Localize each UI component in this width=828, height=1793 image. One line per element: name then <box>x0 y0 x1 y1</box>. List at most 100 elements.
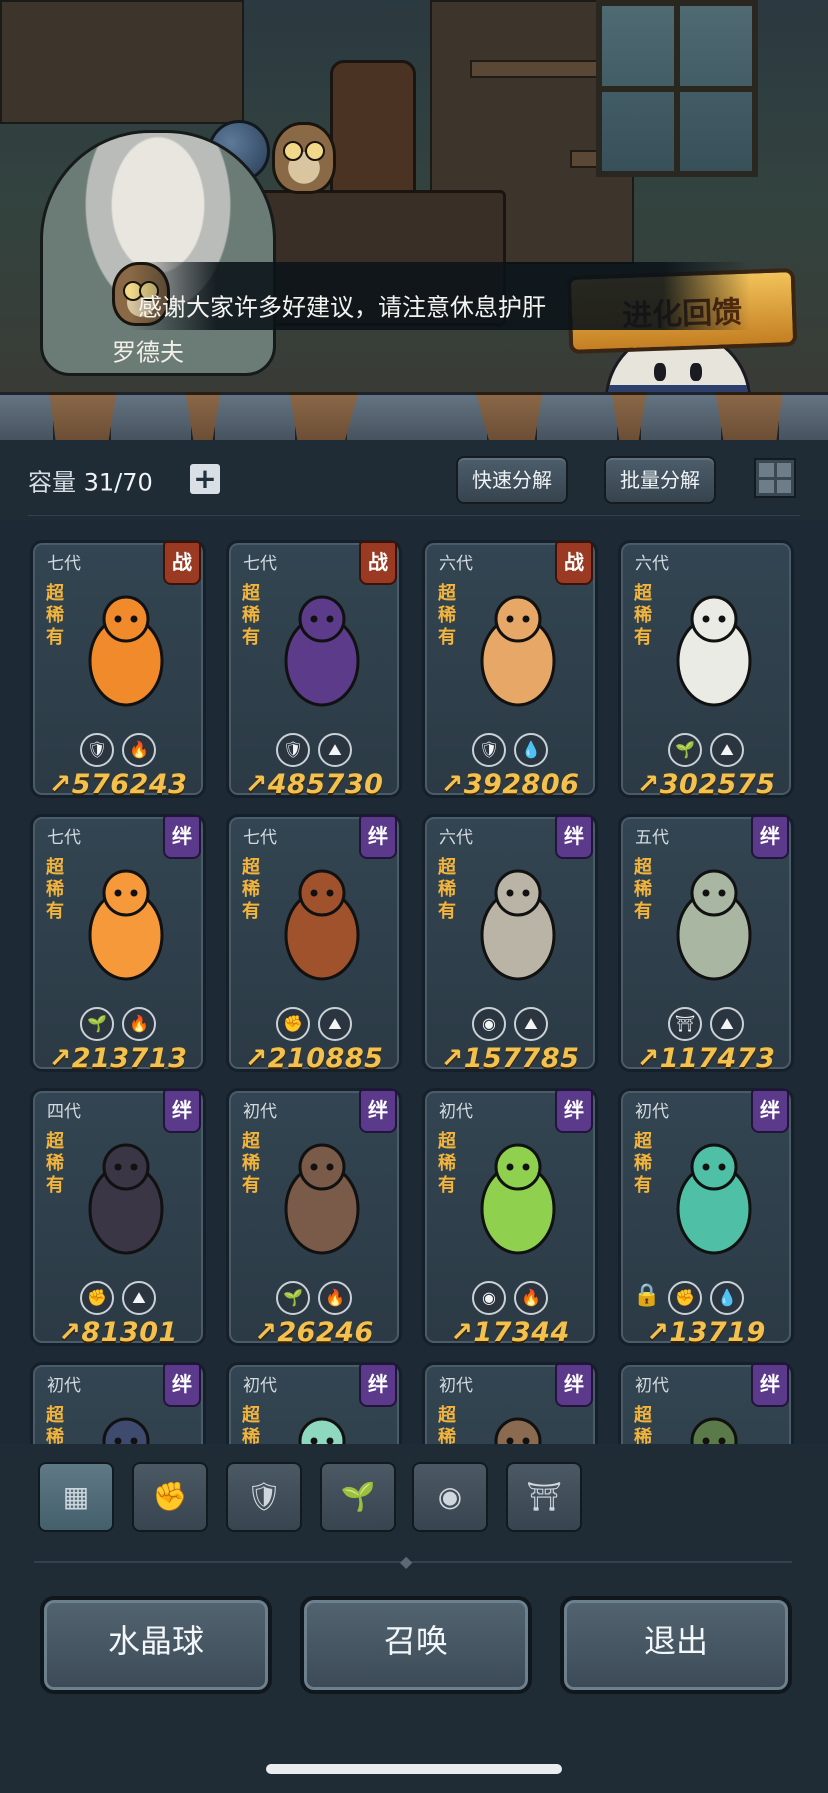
pet-card[interactable]: 初代超稀有绊 <box>422 1362 598 1444</box>
pet-card[interactable]: 六代 超稀有战 🛡 💧 ↗392806 <box>422 540 598 800</box>
filter-tab-shrine[interactable]: ⛩ <box>506 1462 582 1532</box>
exit-button[interactable]: 退出 <box>560 1596 792 1694</box>
pet-eye <box>130 889 138 897</box>
batch-decompose-button[interactable]: 批量分解 <box>604 456 716 504</box>
filter-tab-all[interactable]: ▦ <box>38 1462 114 1532</box>
pet-eye <box>310 889 318 897</box>
power-icon: ↗ <box>48 769 72 800</box>
element-badges: 🛡 💧 <box>425 733 595 767</box>
combat-power-value: 26246 <box>277 1317 374 1348</box>
pet-head <box>102 1417 150 1444</box>
filter-tab-eye[interactable]: ◉ <box>412 1462 488 1532</box>
pet-card[interactable]: 初代超稀有绊 <box>618 1362 794 1444</box>
pet-card[interactable]: 六代 超稀有绊 ◉ ⛰ ↗157785 <box>422 814 598 1074</box>
pet-eye <box>702 615 710 623</box>
capacity-readout: 容量 31/70 <box>28 463 153 498</box>
pet-card[interactable]: 七代 超稀有绊 ✊ ⛰ ↗210885 <box>226 814 402 1074</box>
quick-decompose-button[interactable]: 快速分解 <box>456 456 568 504</box>
add-capacity-button[interactable]: + <box>190 464 220 494</box>
generation-label: 七代 <box>47 554 81 574</box>
story-scene: 进化回馈 感谢大家许多好建议，请注意休息护肝 罗德夫 <box>0 0 828 440</box>
crystal-ball-button[interactable]: 水晶球 <box>40 1596 272 1694</box>
pet-eye <box>114 889 122 897</box>
combat-power-value: 17344 <box>473 1317 570 1348</box>
filter-tab-shield[interactable]: 🛡 <box>226 1462 302 1532</box>
pet-eye <box>718 1163 726 1171</box>
shrine-icon: ⛩ <box>526 1480 562 1513</box>
generation-label: 四代 <box>47 1102 81 1122</box>
pet-card[interactable]: 初代超稀有绊 <box>30 1362 206 1444</box>
power-icon: ↗ <box>450 1317 474 1348</box>
element-icon: 🛡 <box>276 733 310 767</box>
pet-card[interactable]: 初代 超稀有绊 ◉ 🔥 ↗17344 <box>422 1088 598 1348</box>
power-icon: ↗ <box>440 769 464 800</box>
element-icon: ⛰ <box>710 1007 744 1041</box>
rail-cap <box>344 392 490 444</box>
generation-label: 七代 <box>243 554 277 574</box>
pet-sprite <box>480 595 556 707</box>
pet-eye <box>506 615 514 623</box>
lock-icon[interactable]: 🔒 <box>633 1283 660 1308</box>
pet-card[interactable]: 五代 超稀有绊 ⛩ ⛰ ↗117473 <box>618 814 794 1074</box>
pet-eye <box>506 889 514 897</box>
element-badges: ◉ 🔥 <box>425 1281 595 1315</box>
element-icon: 🌱 <box>668 733 702 767</box>
home-indicator <box>266 1764 562 1774</box>
summon-button[interactable]: 召唤 <box>300 1596 532 1694</box>
pet-sprite <box>88 595 164 707</box>
filter-tab-fist[interactable]: ✊ <box>132 1462 208 1532</box>
pet-head <box>102 869 150 917</box>
pet-card[interactable]: 六代 超稀有 🌱 ⛰ ↗302575 <box>618 540 794 800</box>
pet-sprite <box>88 869 164 981</box>
generation-label: 初代 <box>439 1102 473 1122</box>
element-badges: 🌱 ⛰ <box>621 733 791 767</box>
grid-view-icon[interactable] <box>754 458 796 498</box>
generation-label: 六代 <box>439 828 473 848</box>
generation-label: 初代 <box>243 1102 277 1122</box>
pet-card[interactable]: 初代 超稀有绊 ✊ 💧 🔒 ↗13719 <box>618 1088 794 1348</box>
element-icon: ⛰ <box>710 733 744 767</box>
pet-card[interactable]: 初代超稀有绊 <box>226 1362 402 1444</box>
element-badges: ✊ ⛰ <box>33 1281 203 1315</box>
pet-eye <box>114 1163 122 1171</box>
pet-eye <box>522 615 530 623</box>
generation-label: 六代 <box>635 554 669 574</box>
generation-label: 初代 <box>439 1376 473 1396</box>
pet-card[interactable]: 初代 超稀有绊 🌱 🔥 ↗26246 <box>226 1088 402 1348</box>
pet-eye <box>702 889 710 897</box>
element-icon: ⛰ <box>122 1281 156 1315</box>
wall-shelf <box>0 0 244 124</box>
rarity-label: 超稀有 <box>46 1405 64 1444</box>
filter-tab-sprout[interactable]: 🌱 <box>320 1462 396 1532</box>
generation-label: 七代 <box>47 828 81 848</box>
pet-card[interactable]: 七代 超稀有绊 🌱 🔥 ↗213713 <box>30 814 206 1074</box>
pet-head <box>494 869 542 917</box>
pet-card[interactable]: 四代 超稀有绊 ✊ ⛰ ↗81301 <box>30 1088 206 1348</box>
element-icon: ✊ <box>668 1281 702 1315</box>
element-icon: 🔥 <box>122 733 156 767</box>
pet-head <box>690 1143 738 1191</box>
rail-cap <box>534 392 620 444</box>
element-icon: ⛰ <box>514 1007 548 1041</box>
pet-eye <box>326 889 334 897</box>
rarity-label: 超稀有 <box>242 857 260 922</box>
combat-power: ↗157785 <box>425 1043 595 1074</box>
pet-card[interactable]: 七代 超稀有战 🛡 ⛰ ↗485730 <box>226 540 402 800</box>
pet-card[interactable]: 七代 超稀有战 🛡 🔥 ↗576243 <box>30 540 206 800</box>
pet-head <box>690 869 738 917</box>
rarity-label: 超稀有 <box>634 1405 652 1444</box>
window <box>596 0 758 177</box>
pet-eye <box>522 1163 530 1171</box>
element-icon: 🔥 <box>318 1281 352 1315</box>
rarity-label: 超稀有 <box>242 1131 260 1196</box>
element-icon: 🌱 <box>80 1007 114 1041</box>
pet-sprite <box>480 1143 556 1255</box>
all-icon: ▦ <box>62 1480 90 1513</box>
element-icon: ⛩ <box>668 1007 702 1041</box>
pet-head <box>494 1417 542 1444</box>
rarity-label: 超稀有 <box>242 1405 260 1444</box>
pet-head <box>690 595 738 643</box>
element-badges: 🛡 🔥 <box>33 733 203 767</box>
rarity-label: 超稀有 <box>438 857 456 922</box>
rarity-label: 超稀有 <box>46 1131 64 1196</box>
